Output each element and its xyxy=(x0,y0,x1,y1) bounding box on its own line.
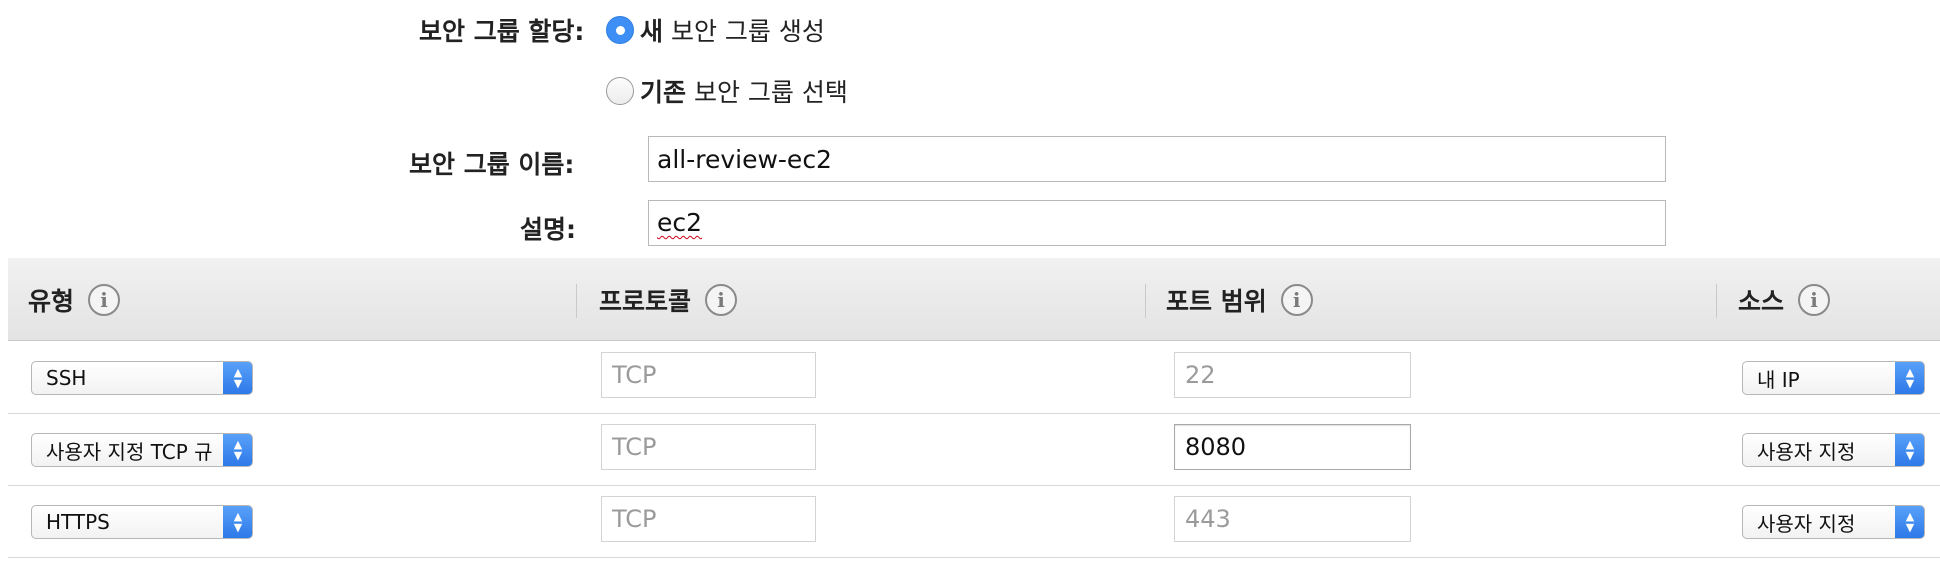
protocol-value: TCP xyxy=(612,361,657,389)
info-icon[interactable]: i xyxy=(88,283,121,316)
select-stepper-icon[interactable]: ▲ ▼ xyxy=(1895,434,1924,466)
column-header-protocol: 프로토콜 i xyxy=(599,258,738,341)
source-select-value: 사용자 지정 xyxy=(1757,511,1856,536)
radio-new-security-group[interactable]: 새 보안 그룹 생성 xyxy=(606,12,825,48)
port-range-input: 22 xyxy=(1174,352,1411,398)
column-header-port-range: 포트 범위 i xyxy=(1166,258,1313,341)
column-header-type: 유형 i xyxy=(28,258,121,341)
protocol-value: TCP xyxy=(612,505,657,533)
table-row: SSH ▲ ▼ TCP 22 내 IP ▲ ▼ xyxy=(8,342,1940,414)
select-stepper-icon[interactable]: ▲ ▼ xyxy=(223,434,252,466)
type-select[interactable]: 사용자 지정 TCP 규 ▲ ▼ xyxy=(31,433,253,467)
port-range-value: 22 xyxy=(1185,361,1216,389)
type-select[interactable]: SSH ▲ ▼ xyxy=(31,361,253,395)
select-stepper-icon[interactable]: ▲ ▼ xyxy=(1895,506,1924,538)
source-select[interactable]: 사용자 지정 ▲ ▼ xyxy=(1742,505,1925,539)
column-header-source-label: 소스 xyxy=(1738,286,1785,316)
type-select-value: 사용자 지정 TCP 규 xyxy=(46,439,213,464)
source-select-value: 내 IP xyxy=(1757,367,1800,392)
column-header-port-range-label: 포트 범위 xyxy=(1166,286,1267,316)
radio-new-label: 보안 그룹 생성 xyxy=(663,17,825,46)
radio-existing-label: 보안 그룹 선택 xyxy=(686,78,848,107)
table-row: 사용자 지정 TCP 규 ▲ ▼ TCP 8080 사용자 지정 ▲ ▼ xyxy=(8,414,1940,486)
protocol-value: TCP xyxy=(612,433,657,461)
port-range-input: 443 xyxy=(1174,496,1411,542)
select-stepper-icon[interactable]: ▲ ▼ xyxy=(1895,362,1924,394)
description-input[interactable]: ec2 xyxy=(648,200,1666,246)
security-group-name-label: 보안 그룹 이름: xyxy=(409,150,575,179)
select-stepper-icon[interactable]: ▲ ▼ xyxy=(223,506,252,538)
protocol-input: TCP xyxy=(601,352,816,398)
port-range-input[interactable]: 8080 xyxy=(1174,424,1411,470)
port-range-value: 8080 xyxy=(1185,433,1247,461)
port-range-value: 443 xyxy=(1185,505,1231,533)
assignment-label: 보안 그룹 할당: xyxy=(419,17,585,46)
select-stepper-icon[interactable]: ▲ ▼ xyxy=(223,362,252,394)
type-select-value: SSH xyxy=(46,366,87,390)
radio-existing-bold: 기존 xyxy=(640,78,687,107)
description-label: 설명: xyxy=(520,215,576,244)
source-select-value: 사용자 지정 xyxy=(1757,439,1856,464)
type-select-value: HTTPS xyxy=(46,510,110,534)
table-row: HTTPS ▲ ▼ TCP 443 사용자 지정 ▲ ▼ xyxy=(8,486,1940,558)
source-select[interactable]: 사용자 지정 ▲ ▼ xyxy=(1742,433,1925,467)
protocol-input: TCP xyxy=(601,424,816,470)
radio-existing-security-group[interactable]: 기존 보안 그룹 선택 xyxy=(606,73,848,109)
security-group-name-input[interactable] xyxy=(648,136,1666,182)
column-header-protocol-label: 프로토콜 xyxy=(599,286,692,316)
type-select[interactable]: HTTPS ▲ ▼ xyxy=(31,505,253,539)
info-icon[interactable]: i xyxy=(1280,283,1313,316)
rules-table-header: 유형 i 프로토콜 i 포트 범위 i 소스 i xyxy=(8,258,1940,341)
radio-selected-icon[interactable] xyxy=(606,16,634,44)
column-header-source: 소스 i xyxy=(1738,258,1831,341)
column-header-type-label: 유형 xyxy=(28,286,75,316)
source-select[interactable]: 내 IP ▲ ▼ xyxy=(1742,361,1925,395)
protocol-input: TCP xyxy=(601,496,816,542)
description-value: ec2 xyxy=(657,208,703,237)
info-icon[interactable]: i xyxy=(705,283,738,316)
radio-unselected-icon[interactable] xyxy=(606,77,634,105)
radio-new-bold: 새 xyxy=(640,17,664,46)
info-icon[interactable]: i xyxy=(1798,283,1831,316)
